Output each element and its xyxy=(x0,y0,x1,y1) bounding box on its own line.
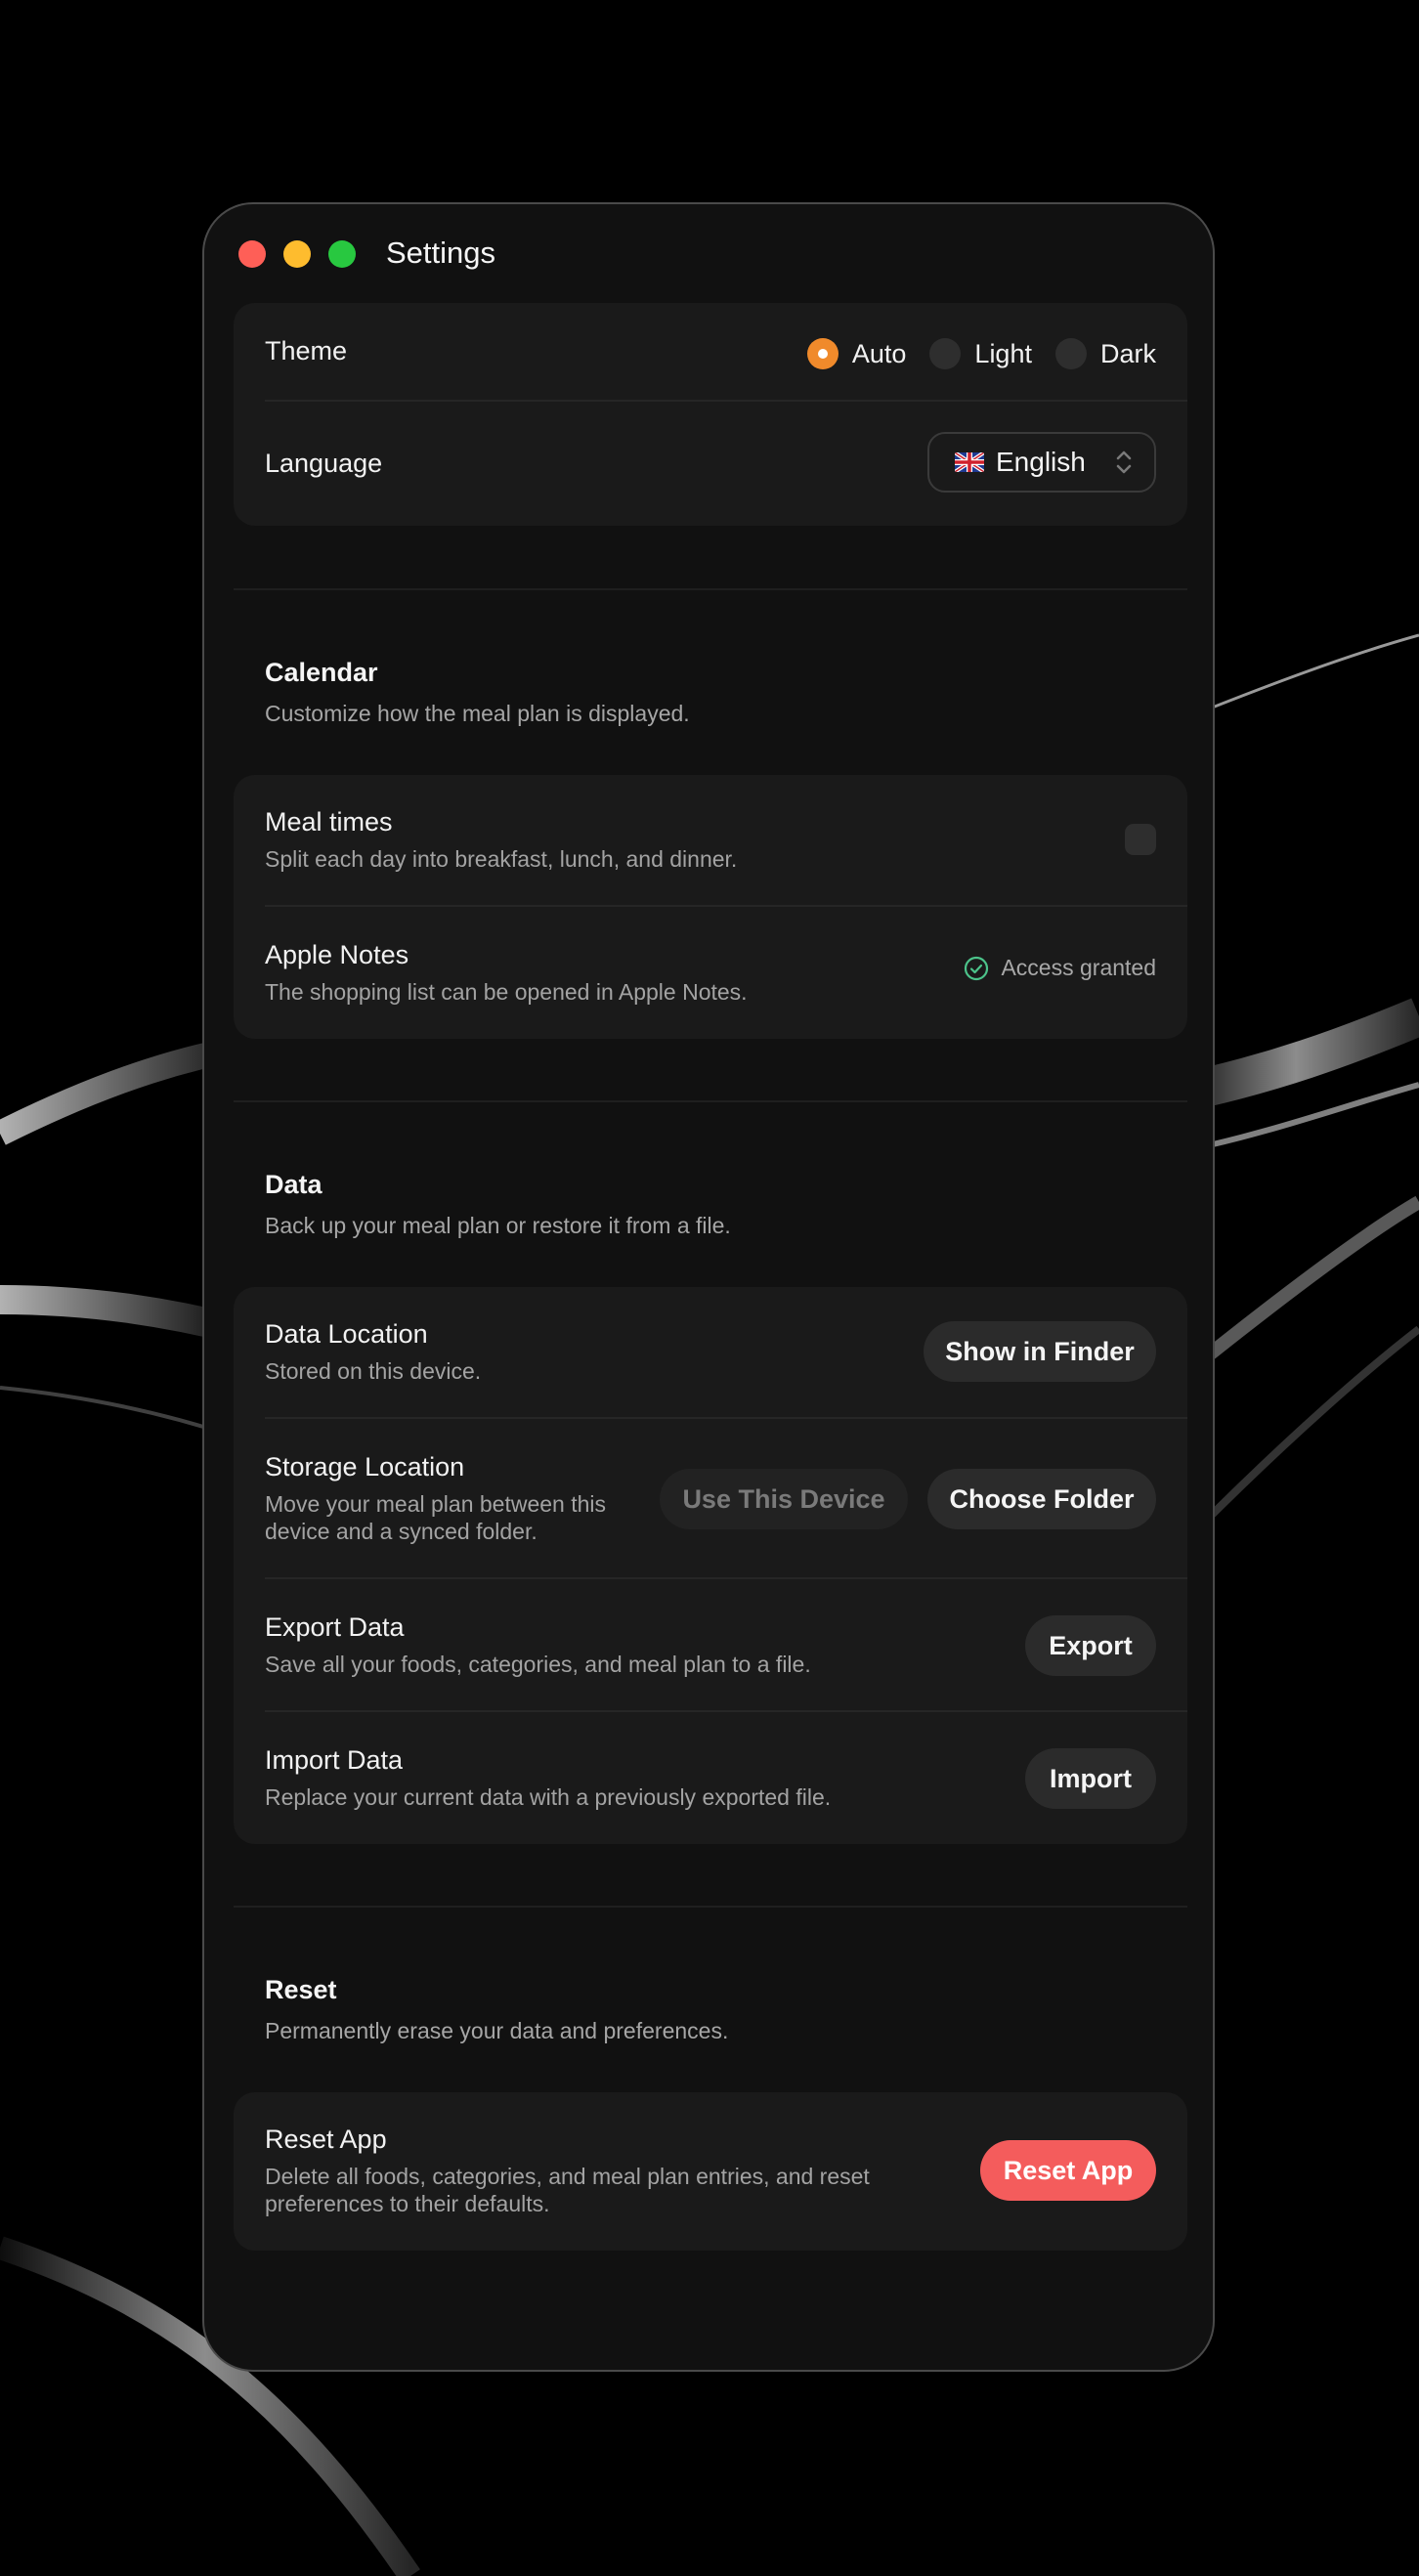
export-button[interactable]: Export xyxy=(1025,1615,1156,1676)
data-section-title: Data xyxy=(265,1170,322,1199)
window-title: Settings xyxy=(386,236,496,270)
calendar-section-title: Calendar xyxy=(265,658,378,687)
calendar-section-description: Customize how the meal plan is displayed… xyxy=(265,701,690,726)
appearance-card: Theme Auto Light Dark Language English xyxy=(234,303,1187,526)
theme-label: Theme xyxy=(265,336,348,365)
meal-times-label: Meal times xyxy=(265,807,393,837)
theme-option-label: Dark xyxy=(1099,338,1156,368)
import-button[interactable]: Import xyxy=(1025,1748,1156,1809)
access-status-text: Access granted xyxy=(1001,955,1156,980)
settings-window: Settings Theme Auto Light Dark Language xyxy=(202,202,1215,2372)
meal-times-description: Split each day into breakfast, lunch, an… xyxy=(265,846,738,872)
theme-option-dark[interactable]: Dark xyxy=(1054,338,1156,369)
data-section-description: Back up your meal plan or restore it fro… xyxy=(265,1213,731,1238)
reset-app-description-line2: preferences to their defaults. xyxy=(265,2191,550,2216)
section-divider xyxy=(234,1100,1187,1102)
section-divider xyxy=(234,588,1187,590)
language-label: Language xyxy=(265,449,383,478)
reset-section-title: Reset xyxy=(265,1975,337,2004)
row-divider xyxy=(265,1417,1187,1419)
row-divider xyxy=(265,905,1187,907)
theme-option-auto[interactable]: Auto xyxy=(806,338,907,369)
zoom-window-button[interactable] xyxy=(328,240,356,268)
data-location-description: Stored on this device. xyxy=(265,1358,482,1384)
radio-selected-icon xyxy=(806,338,838,369)
reset-section-description: Permanently erase your data and preferen… xyxy=(265,2018,729,2043)
data-location-label: Data Location xyxy=(265,1319,428,1349)
use-this-device-button[interactable]: Use This Device xyxy=(660,1469,908,1529)
check-circle-icon xyxy=(965,956,989,980)
reset-app-description-line1: Delete all foods, categories, and meal p… xyxy=(265,2164,870,2189)
row-divider xyxy=(265,1710,1187,1712)
meal-times-checkbox[interactable] xyxy=(1125,824,1156,855)
storage-location-description-line1: Move your meal plan between this xyxy=(265,1491,607,1517)
reset-app-button[interactable]: Reset App xyxy=(980,2140,1156,2201)
minimize-window-button[interactable] xyxy=(283,240,311,268)
section-divider xyxy=(234,1906,1187,1908)
choose-folder-button[interactable]: Choose Folder xyxy=(927,1469,1156,1529)
calendar-card: Meal times Split each day into breakfast… xyxy=(234,775,1187,1039)
apple-notes-label: Apple Notes xyxy=(265,940,409,969)
language-select[interactable]: English xyxy=(927,432,1156,493)
apple-notes-description: The shopping list can be opened in Apple… xyxy=(265,979,748,1005)
storage-location-label: Storage Location xyxy=(265,1452,465,1481)
export-data-label: Export Data xyxy=(265,1612,405,1642)
import-data-description: Replace your current data with a previou… xyxy=(265,1784,832,1810)
radio-unselected-icon xyxy=(1054,338,1087,369)
theme-option-label: Auto xyxy=(851,338,907,368)
theme-radio-group: Auto Light Dark xyxy=(784,334,1156,373)
title-bar: Settings xyxy=(204,204,1213,306)
show-in-finder-button[interactable]: Show in Finder xyxy=(924,1321,1156,1382)
uk-flag-icon xyxy=(955,452,984,472)
theme-option-light[interactable]: Light xyxy=(929,338,1032,369)
radio-unselected-icon xyxy=(929,338,962,369)
theme-option-label: Light xyxy=(974,338,1032,368)
data-card: Data Location Stored on this device. Sho… xyxy=(234,1287,1187,1844)
reset-app-label: Reset App xyxy=(265,2125,387,2154)
close-window-button[interactable] xyxy=(238,240,266,268)
storage-location-description-line2: device and a synced folder. xyxy=(265,1519,538,1544)
access-status: Access granted xyxy=(964,955,1156,981)
row-divider xyxy=(265,1577,1187,1579)
chevron-up-down-icon xyxy=(1116,451,1132,474)
row-divider xyxy=(265,400,1187,402)
import-data-label: Import Data xyxy=(265,1745,404,1775)
export-data-description: Save all your foods, categories, and mea… xyxy=(265,1652,811,1677)
reset-card: Reset App Delete all foods, categories, … xyxy=(234,2092,1187,2251)
language-value: English xyxy=(996,447,1086,477)
